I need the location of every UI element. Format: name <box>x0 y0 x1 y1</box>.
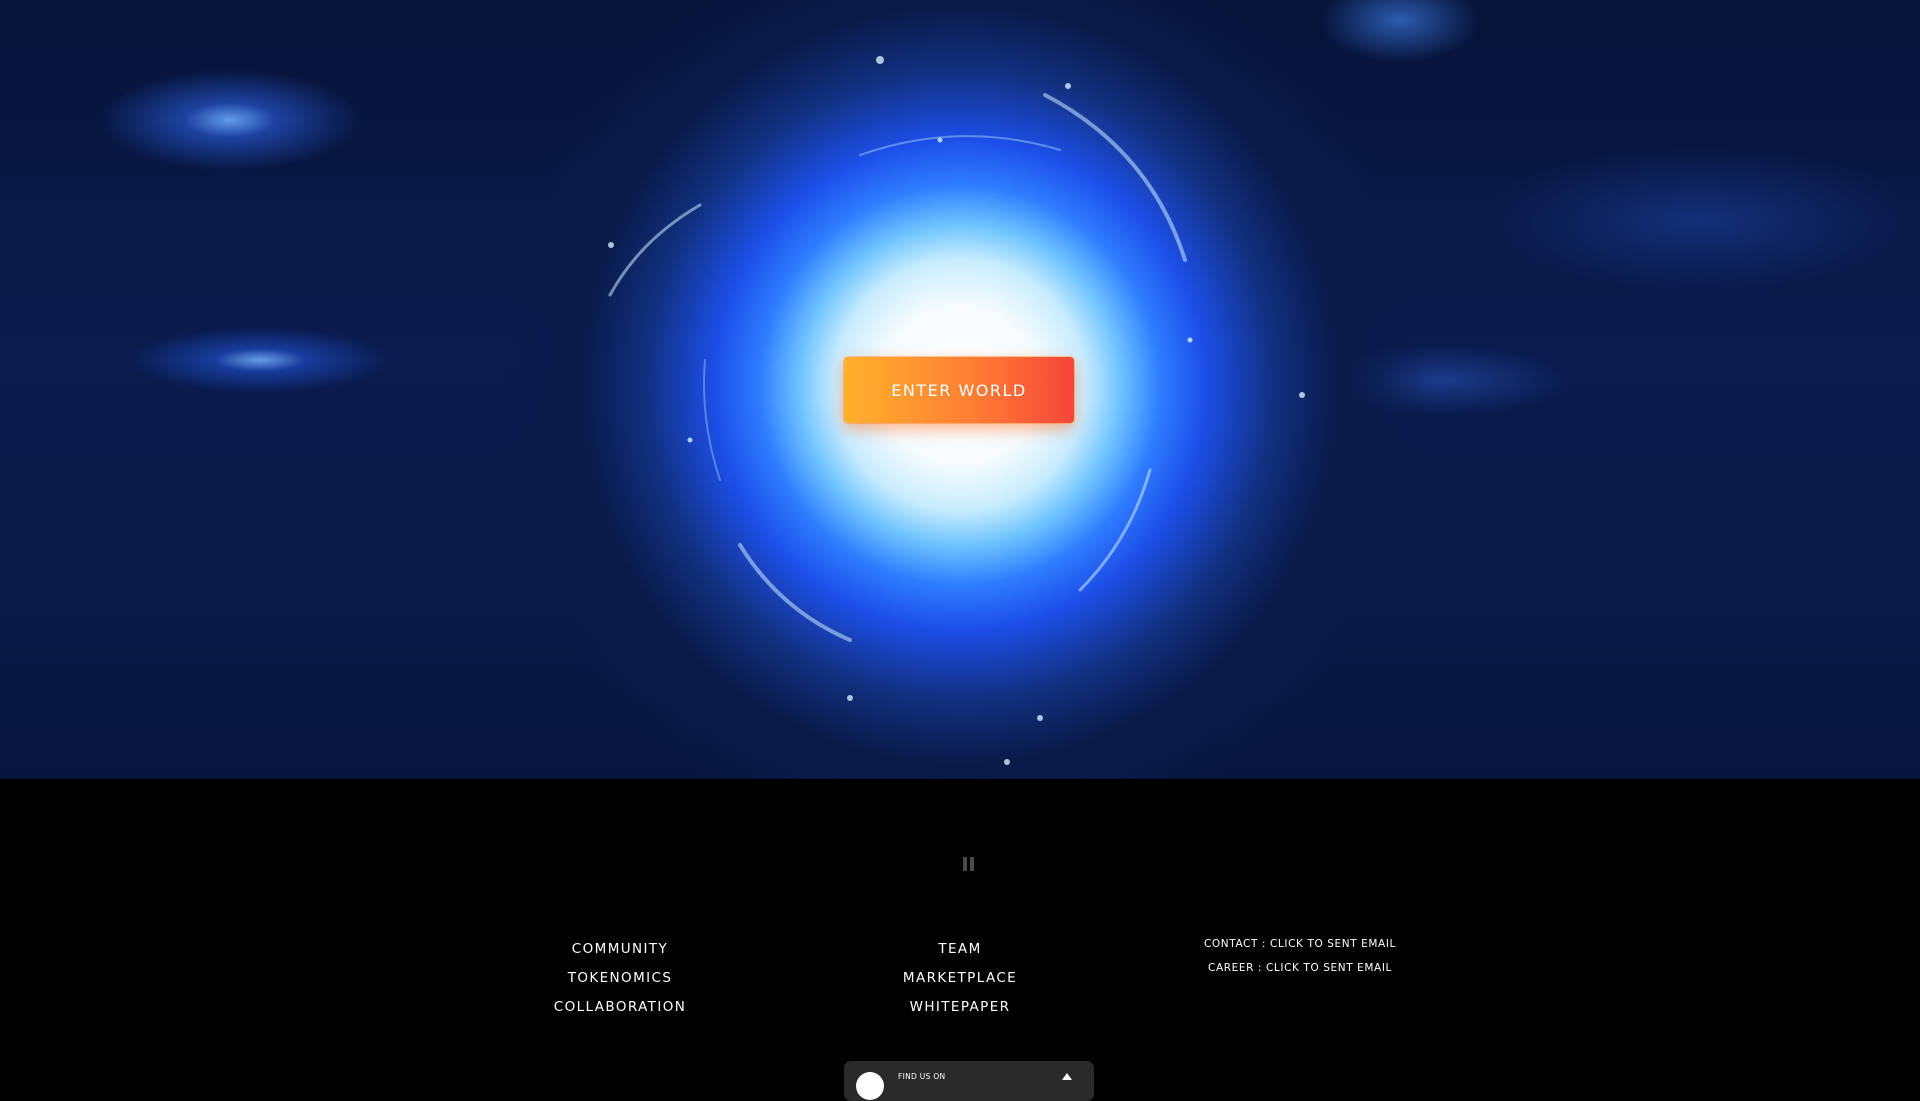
find-us-badge[interactable]: FIND US ON <box>844 1061 1094 1101</box>
footer-links-middle: TEAM MARKETPLACE WHITEPAPER <box>830 935 1090 1022</box>
hero-portal-background: ENTER WORLD <box>0 0 1920 779</box>
footer-link-whitepaper[interactable]: WHITEPAPER <box>830 993 1090 1022</box>
career-email-link[interactable]: CAREER : CLICK TO SENT EMAIL <box>1160 956 1440 980</box>
contact-email-link[interactable]: CONTACT : CLICK TO SENT EMAIL <box>1160 932 1440 956</box>
footer-link-tokenomics[interactable]: TOKENOMICS <box>490 964 750 993</box>
footer-links-left: COMMUNITY TOKENOMICS COLLABORATION <box>490 935 750 1022</box>
footer-link-collaboration[interactable]: COLLABORATION <box>490 993 750 1022</box>
footer-link-team[interactable]: TEAM <box>830 935 1090 964</box>
footer-contact-links: CONTACT : CLICK TO SENT EMAIL CAREER : C… <box>1160 932 1440 980</box>
footer-link-marketplace[interactable]: MARKETPLACE <box>830 964 1090 993</box>
pause-icon[interactable] <box>963 857 975 871</box>
footer-link-community[interactable]: COMMUNITY <box>490 935 750 964</box>
chevron-up-icon <box>1062 1073 1072 1080</box>
enter-world-button[interactable]: ENTER WORLD <box>844 357 1074 423</box>
store-logo-icon <box>856 1072 884 1100</box>
